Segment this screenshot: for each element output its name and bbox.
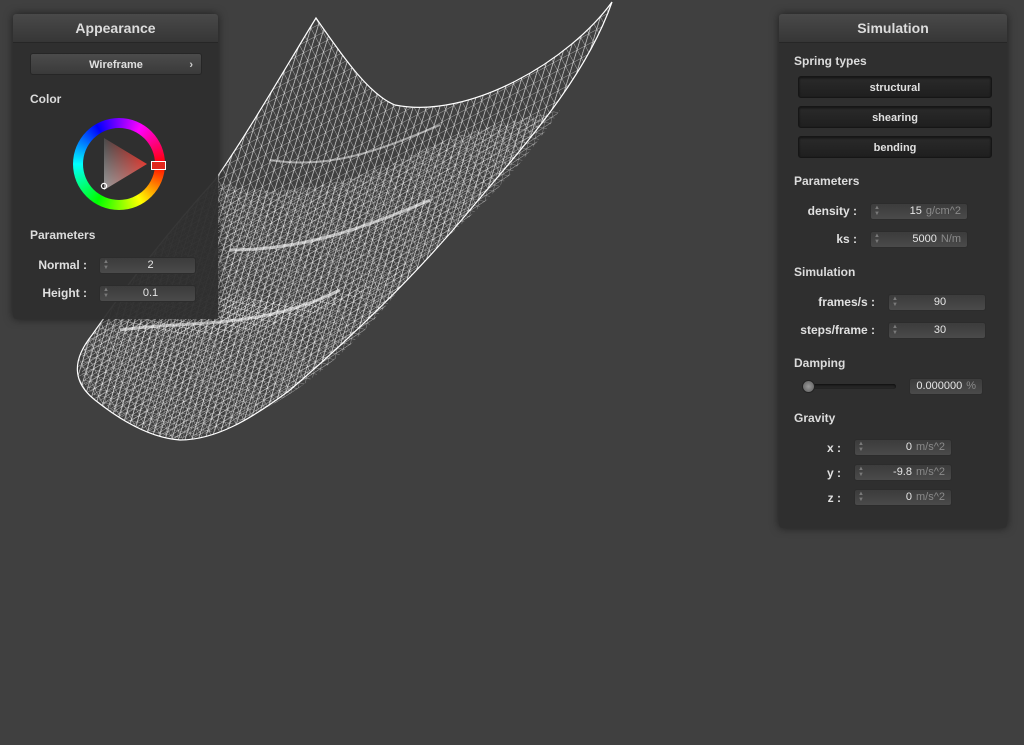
frames-per-second-label: frames/s :: [818, 295, 875, 309]
normal-input[interactable]: ▲ ▼ 2: [99, 257, 196, 274]
damping-slider-track[interactable]: [802, 384, 896, 389]
ks-input[interactable]: ▲ ▼ 5000 N/m: [870, 231, 968, 248]
damping-slider[interactable]: [802, 380, 896, 393]
damping-value: 0.000000: [916, 380, 963, 392]
spinner-icon[interactable]: ▲ ▼: [858, 441, 864, 454]
color-wheel[interactable]: [73, 118, 166, 210]
hue-selector-marker[interactable]: [151, 161, 166, 170]
gravity-x-unit: m/s^2: [916, 441, 945, 453]
simulation-parameters-label: Parameters: [794, 174, 860, 188]
normal-value: 2: [147, 259, 154, 271]
ks-unit: N/m: [940, 233, 961, 245]
gravity-z-input[interactable]: ▲ ▼ 0 m/s^2: [854, 489, 952, 506]
shearing-toggle-button[interactable]: shearing: [798, 106, 992, 128]
appearance-panel: Appearance Wireframe › Color Parameters …: [13, 14, 218, 319]
chevron-right-icon: ›: [189, 59, 193, 71]
gravity-x-value: 0: [905, 441, 912, 453]
ks-label: ks :: [836, 232, 857, 246]
gravity-y-unit: m/s^2: [916, 466, 945, 478]
height-label: Height :: [42, 286, 87, 300]
density-label: density :: [807, 204, 857, 218]
gravity-z-unit: m/s^2: [916, 491, 945, 503]
appearance-parameters-label: Parameters: [30, 228, 96, 242]
steps-per-frame-value: 30: [933, 324, 947, 336]
gravity-y-label: y :: [826, 466, 841, 480]
spinner-icon[interactable]: ▲ ▼: [892, 324, 898, 337]
gravity-label: Gravity: [794, 411, 836, 425]
gravity-y-value: -9.8: [893, 466, 912, 478]
spinner-icon[interactable]: ▲ ▼: [103, 287, 109, 300]
gravity-x-input[interactable]: ▲ ▼ 0 m/s^2: [854, 439, 952, 456]
spinner-icon[interactable]: ▲ ▼: [858, 466, 864, 479]
structural-toggle-button[interactable]: structural: [798, 76, 992, 98]
color-section-label: Color: [30, 92, 62, 106]
simulation-section-label: Simulation: [794, 265, 856, 279]
density-unit: g/cm^2: [925, 205, 961, 217]
appearance-panel-title[interactable]: Appearance: [13, 14, 218, 43]
bending-toggle-button[interactable]: bending: [798, 136, 992, 158]
spinner-icon[interactable]: ▲ ▼: [103, 259, 109, 272]
simulation-panel: Simulation Spring types structural shear…: [779, 14, 1007, 528]
damping-label: Damping: [794, 356, 846, 370]
spinner-icon[interactable]: ▲ ▼: [874, 233, 880, 246]
steps-per-frame-label: steps/frame :: [800, 323, 875, 337]
damping-unit: %: [966, 380, 976, 392]
spinner-icon[interactable]: ▲ ▼: [874, 205, 880, 218]
damping-slider-knob[interactable]: [802, 380, 815, 393]
render-mode-button[interactable]: Wireframe ›: [30, 53, 202, 75]
ks-value: 5000: [912, 233, 937, 245]
spinner-icon[interactable]: ▲ ▼: [858, 491, 864, 504]
frames-per-second-value: 90: [933, 296, 947, 308]
gravity-z-label: z :: [827, 491, 841, 505]
spinner-icon[interactable]: ▲ ▼: [892, 296, 898, 309]
steps-per-frame-input[interactable]: ▲ ▼ 30: [888, 322, 986, 339]
gravity-z-value: 0: [905, 491, 912, 503]
normal-label: Normal :: [38, 258, 87, 272]
render-mode-label: Wireframe: [89, 59, 143, 71]
damping-input[interactable]: 0.000000%: [909, 378, 983, 395]
density-input[interactable]: ▲ ▼ 15 g/cm^2: [870, 203, 968, 220]
gravity-y-input[interactable]: ▲ ▼ -9.8 m/s^2: [854, 464, 952, 481]
height-input[interactable]: ▲ ▼ 0.1: [99, 285, 196, 302]
gravity-x-label: x :: [826, 441, 841, 455]
density-value: 15: [909, 205, 922, 217]
frames-per-second-input[interactable]: ▲ ▼ 90: [888, 294, 986, 311]
height-value: 0.1: [142, 287, 159, 299]
spring-types-label: Spring types: [794, 54, 867, 68]
simulation-panel-title[interactable]: Simulation: [779, 14, 1007, 43]
